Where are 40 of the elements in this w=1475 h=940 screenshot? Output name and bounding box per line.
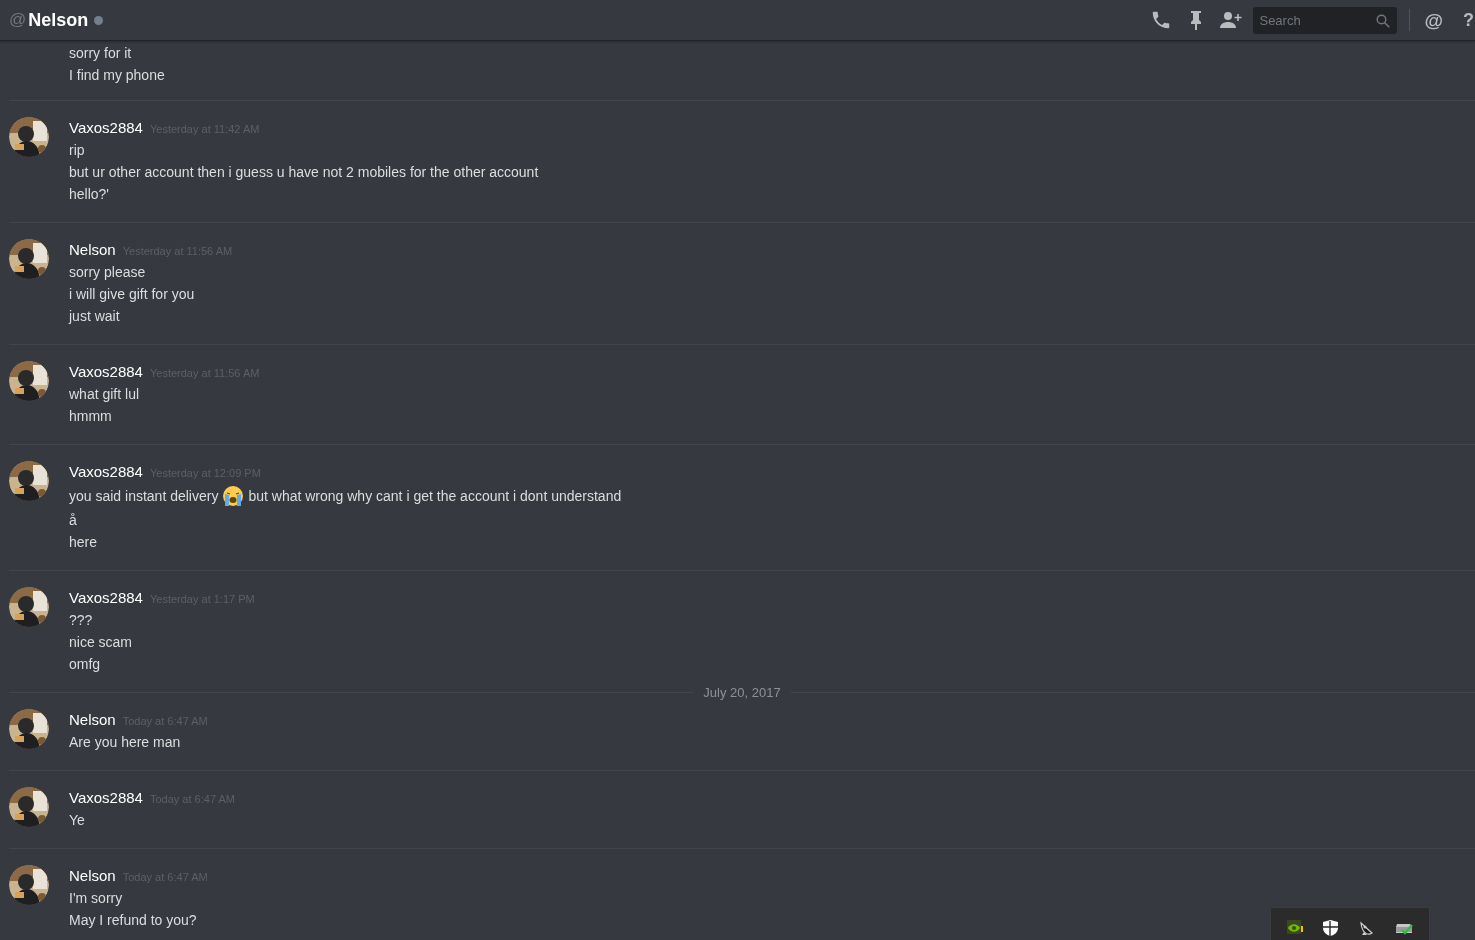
message-text: ??? [69,611,93,630]
message-text: but what wrong why cant i get the account i dont understand [248,486,622,506]
shield-icon[interactable] [1323,920,1339,936]
message-text: omfg [69,655,101,674]
message-text: I find my phone [69,66,165,85]
message-text: what gift lul [69,385,140,404]
message-text: hello?' [69,185,110,204]
author-name[interactable]: Vaxos2884 [69,361,143,384]
author-name[interactable]: Vaxos2884 [69,787,143,810]
eye-icon[interactable] [1287,920,1304,936]
search-field[interactable]: Search [1253,6,1398,34]
message-text: but ur other account then i guess u have not 2 mobiles for the other account [69,163,539,182]
message-text: I'm sorry [69,889,123,908]
satellite-dish-icon[interactable] [1358,920,1375,936]
message-text: sorry please [69,263,146,282]
message-text: nice scam [69,633,133,652]
message-text: hmmm [69,407,112,426]
author-name[interactable]: Vaxos2884 [69,587,143,610]
author-name[interactable]: Nelson [69,709,116,732]
message-text: here [69,533,98,552]
message-text: just wait [69,307,120,326]
message-text: Are you here man [69,733,181,752]
channel-title: Nelson [28,8,89,32]
author-name[interactable]: Nelson [69,239,116,262]
at-sign: @ [9,9,27,32]
message-text: rip [69,141,85,160]
crying-face-icon [222,485,245,507]
message-text: May I refund to you? [69,911,197,930]
message-text: å [69,511,77,530]
message-text: Ye [69,811,85,830]
message-text: you said instant delivery [69,486,219,506]
search-icon [1376,13,1391,28]
add-friend-icon[interactable] [1220,11,1243,29]
help-button[interactable]: ? [1463,11,1474,29]
message-text: i will give gift for you [69,285,195,304]
author-name[interactable]: Vaxos2884 [69,117,143,140]
author-name[interactable]: Vaxos2884 [69,461,143,484]
mentions-button[interactable]: @ [1424,10,1443,30]
author-name[interactable]: Nelson [69,865,116,888]
message-text: sorry for it [69,44,132,63]
